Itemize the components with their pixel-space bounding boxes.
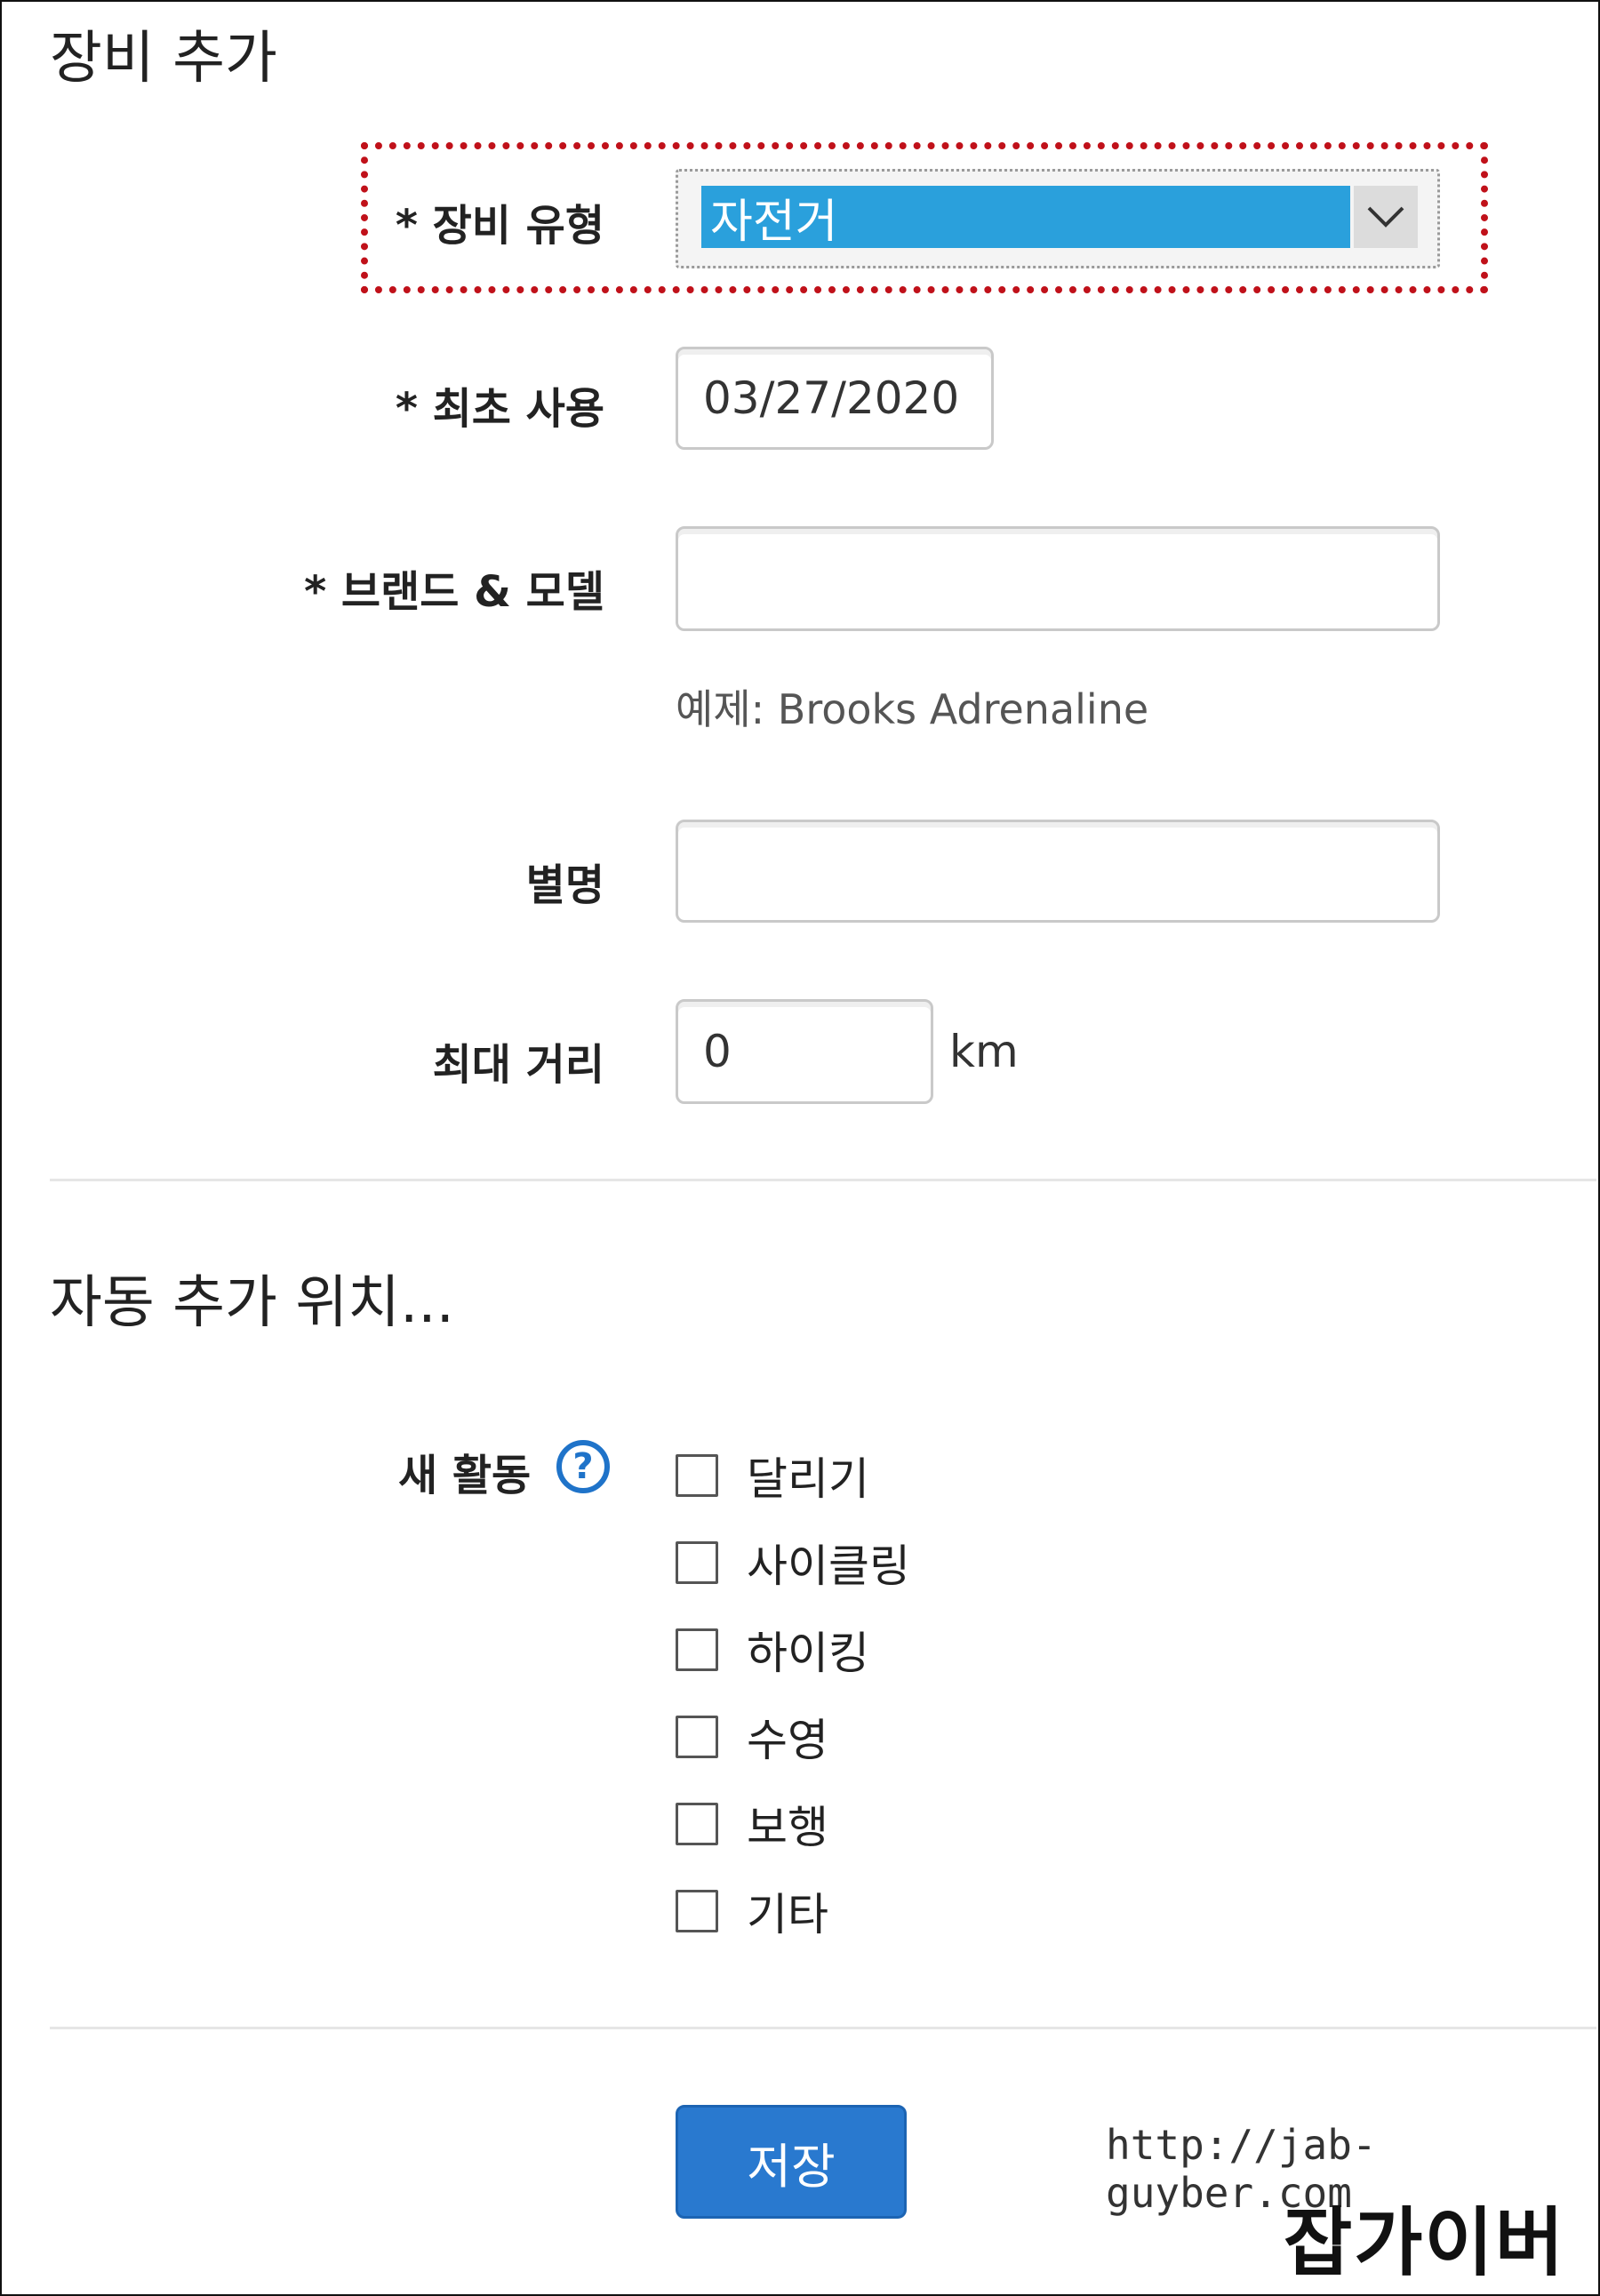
- checkbox[interactable]: [676, 1716, 718, 1758]
- max-distance-input[interactable]: 0: [676, 999, 933, 1104]
- checkbox[interactable]: [676, 1628, 718, 1671]
- brand-model-input[interactable]: [676, 526, 1440, 631]
- equipment-type-select[interactable]: 자전거: [676, 169, 1440, 268]
- brand-model-label: * 브랜드 & 모델: [304, 567, 604, 617]
- brand-model-hint: 예제: Brooks Adrenaline: [676, 685, 1149, 733]
- new-activity-label: 새 활동: [398, 1451, 532, 1500]
- question-circle-icon[interactable]: ?: [556, 1440, 610, 1493]
- checkbox-label: 보행: [747, 1802, 828, 1853]
- checkbox-label: 사이클링: [747, 1540, 910, 1592]
- checkbox-option-running[interactable]: 달리기: [676, 1444, 869, 1508]
- checkbox-label: 달리기: [747, 1453, 869, 1505]
- nickname-input[interactable]: [676, 820, 1440, 923]
- chevron-down-icon[interactable]: [1354, 186, 1418, 248]
- checkbox[interactable]: [676, 1541, 718, 1584]
- checkbox[interactable]: [676, 1890, 718, 1932]
- max-distance-label: 최대 거리: [432, 1040, 604, 1090]
- section-divider: [50, 1179, 1596, 1181]
- section-divider: [50, 2027, 1596, 2029]
- checkbox[interactable]: [676, 1803, 718, 1845]
- first-use-label: * 최초 사용: [395, 384, 604, 434]
- watermark-logo: 잡가이버: [1284, 2199, 1566, 2286]
- max-distance-unit: km: [949, 1026, 1019, 1077]
- page-frame: [0, 0, 1600, 2296]
- equipment-type-label: * 장비 유형: [395, 201, 604, 251]
- checkbox-option-swimming[interactable]: 수영: [676, 1705, 828, 1769]
- section-title-auto-add: 자동 추가 위치...: [50, 1270, 454, 1336]
- section-title-add-equipment: 장비 추가: [50, 26, 277, 92]
- checkbox-label: 하이킹: [747, 1628, 869, 1679]
- checkbox-option-cycling[interactable]: 사이클링: [676, 1531, 910, 1595]
- checkbox-label: 기타: [747, 1889, 828, 1940]
- first-use-date-input[interactable]: 03/27/2020: [676, 347, 994, 450]
- checkbox[interactable]: [676, 1454, 718, 1497]
- checkbox-option-other[interactable]: 기타: [676, 1879, 828, 1943]
- checkbox-option-hiking[interactable]: 하이킹: [676, 1618, 869, 1682]
- checkbox-option-walking[interactable]: 보행: [676, 1792, 828, 1856]
- nickname-label: 별명: [525, 860, 604, 910]
- checkbox-label: 수영: [747, 1715, 828, 1766]
- save-button[interactable]: 저장: [676, 2105, 907, 2219]
- equipment-type-selected-value: 자전거: [701, 186, 1350, 249]
